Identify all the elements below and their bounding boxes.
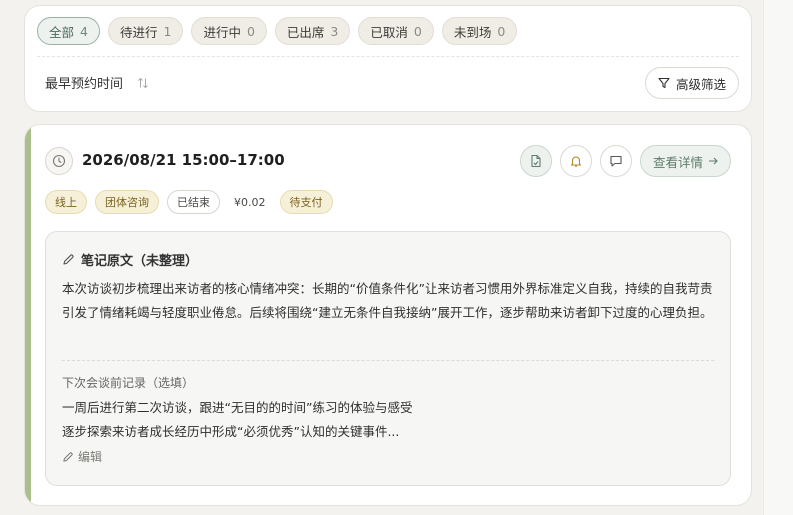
notes-body: 本次访谈初步梳理出来访者的核心情绪冲突：长期的“价值条件化”让来访者习惯用外界标… (62, 281, 713, 320)
divider (37, 56, 739, 57)
view-detail-button[interactable]: 查看详情 (639, 145, 731, 177)
next-session-line: 一周后进行第二次访谈，跟进“无目的的时间”练习的体验与感受 (62, 400, 413, 415)
chat-bubble-icon (609, 154, 623, 168)
tab-count: 0 (246, 23, 255, 39)
next-session-line: 逐步探索来访者成长经历中形成“必须优秀”认知的关键事件... (62, 424, 400, 439)
edit-label: 编辑 (78, 450, 103, 464)
scrollbar-track[interactable] (763, 0, 793, 515)
sort-arrows-icon[interactable] (137, 77, 149, 89)
edit-button[interactable]: 编辑 (62, 448, 102, 465)
price-text: ¥0.02 (234, 195, 266, 209)
tab-label: 全部 (49, 24, 75, 40)
reminder-button[interactable] (559, 145, 592, 177)
tab-count: 0 (413, 23, 422, 39)
tab-cancelled[interactable]: 已取消 0 (358, 17, 434, 45)
tab-all[interactable]: 全部 4 (37, 17, 100, 45)
document-button[interactable] (519, 145, 552, 177)
clock-icon (45, 147, 73, 175)
document-icon (529, 154, 543, 168)
bell-icon (569, 154, 583, 168)
pencil-icon (62, 253, 75, 266)
tab-label: 已出席 (286, 24, 325, 40)
advanced-filter-label: 高级筛选 (675, 76, 726, 92)
filter-funnel-icon (658, 77, 670, 89)
pencil-icon (62, 451, 74, 463)
next-session-notes: 一周后进行第二次访谈，跟进“无目的的时间”练习的体验与感受 逐步探索来访者成长经… (62, 396, 412, 444)
tab-attended[interactable]: 已出席 3 (274, 17, 351, 45)
message-button[interactable] (599, 145, 632, 177)
divider (62, 360, 714, 361)
payment-badge: 待支付 (279, 190, 333, 214)
advanced-filter-button[interactable]: 高级筛选 (644, 67, 739, 99)
tab-label: 未到场 (453, 24, 492, 40)
notes-title: 笔记原文（未整理） (81, 254, 199, 269)
sort-label: 最早预约时间 (45, 77, 124, 92)
appointment-card: 2026/08/21 15:00–17:00 查看详情 线上 团体咨询 已结束 (24, 124, 752, 506)
tab-in-progress[interactable]: 进行中 0 (191, 17, 267, 45)
tab-label: 待进行 (119, 24, 158, 40)
tab-label: 进行中 (203, 24, 241, 40)
tab-pending[interactable]: 待进行 1 (107, 17, 184, 45)
status-badge: 已结束 (167, 190, 220, 214)
arrow-right-icon (708, 156, 718, 166)
tab-label: 已取消 (370, 24, 408, 40)
appointment-tags: 线上 团体咨询 已结束 ¥0.02 待支付 (45, 190, 333, 214)
appointment-datetime: 2026/08/21 15:00–17:00 (82, 151, 285, 169)
sort-control[interactable]: 最早预约时间 (45, 73, 149, 92)
notes-heading: 笔记原文（未整理） (62, 250, 198, 269)
status-tabs: 全部 4 待进行 1 进行中 0 已出席 3 已取消 0 未到场 0 (37, 17, 518, 45)
view-detail-label: 查看详情 (652, 154, 703, 170)
type-badge: 团体咨询 (95, 190, 159, 214)
tab-no-show[interactable]: 未到场 0 (441, 17, 518, 45)
tab-count: 0 (497, 23, 506, 39)
filter-panel: 全部 4 待进行 1 进行中 0 已出席 3 已取消 0 未到场 0 最早预约时… (24, 5, 752, 112)
tab-count: 3 (330, 23, 339, 39)
tab-count: 4 (80, 23, 88, 39)
tab-count: 1 (163, 23, 172, 39)
next-session-label: 下次会谈前记录（选填） (62, 376, 195, 390)
card-actions: 查看详情 (519, 145, 731, 177)
mode-badge: 线上 (45, 190, 87, 214)
notes-panel: 笔记原文（未整理） 本次访谈初步梳理出来访者的核心情绪冲突：长期的“价值条件化”… (45, 231, 731, 486)
card-accent-bar (25, 125, 31, 505)
